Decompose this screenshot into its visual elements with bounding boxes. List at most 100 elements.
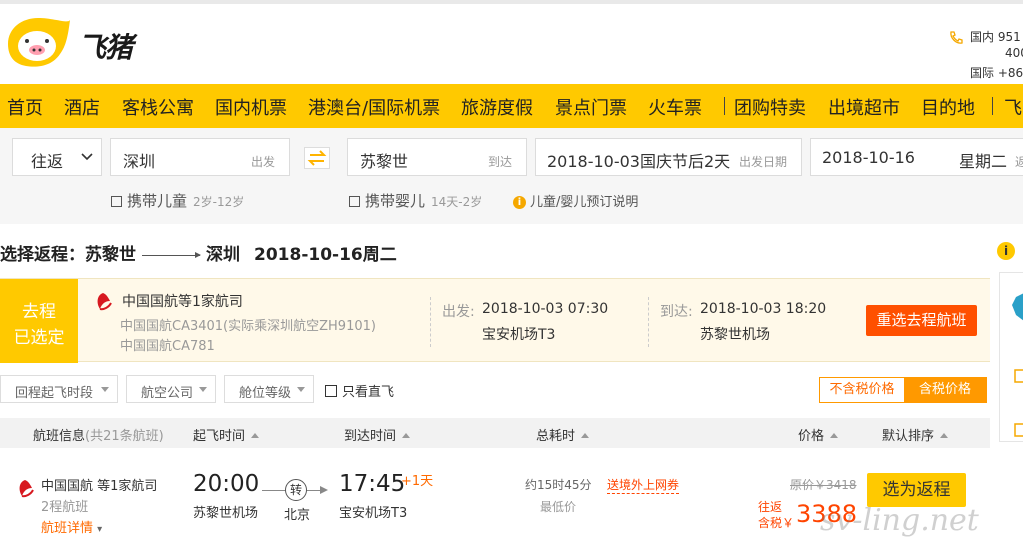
flight-arrive-time: 17:45 (339, 471, 406, 497)
phone-domestic-label: 国内 (970, 30, 995, 44)
depart-label: 出发: (442, 304, 475, 320)
nav-vacation[interactable]: 旅游度假 (461, 94, 533, 120)
air-china-logo-icon (97, 293, 112, 311)
infant-label: 携带婴儿 (365, 192, 426, 210)
reselect-outbound-button[interactable]: 重选去程航班 (866, 305, 977, 336)
nav-home[interactable]: 首页 (7, 94, 43, 120)
promo-icon[interactable] (1008, 291, 1023, 331)
from-hint: 出发 (251, 155, 276, 169)
child-checkbox[interactable]: 携带儿童 2岁-12岁 (111, 190, 244, 211)
trip-type-value: 往返 (31, 152, 64, 171)
sort-arrow-icon (251, 433, 260, 438)
coupon-icon[interactable] (1014, 369, 1023, 383)
route-heading: 选择返程：苏黎世 深圳 2018-10-16周二 (0, 240, 397, 265)
nav-train[interactable]: 火车票 (648, 94, 702, 120)
col-depart-time[interactable]: 起飞时间 (193, 425, 260, 444)
child-label: 携带儿童 (127, 192, 188, 210)
child-age: 2岁-12岁 (193, 195, 245, 209)
selected-arrive-time: 2018-10-03 18:20 (700, 301, 827, 317)
return-hint: 返 (1015, 155, 1023, 169)
arrow-right-icon (142, 251, 201, 258)
divider (648, 297, 649, 347)
flight-depart-time: 20:00 (193, 471, 260, 497)
chevron-down-icon (81, 153, 93, 161)
flight-depart-airport: 苏黎世机场 (193, 506, 259, 521)
booking-note-text: 儿童/婴儿预订说明 (530, 195, 639, 210)
nav-divider (992, 97, 993, 115)
nav-destination[interactable]: 目的地 (921, 94, 975, 120)
phone-domestic-number: 951 (997, 30, 1021, 44)
flight-legs: 2程航班 (41, 500, 89, 515)
col-arrive-time[interactable]: 到达时间 (344, 425, 411, 444)
return-date-field[interactable]: 2018-10-16 星期二 返 (810, 138, 1023, 176)
flight-details-link[interactable]: 航班详情 ▾ (41, 517, 102, 536)
badge-line-2: 已选定 (13, 328, 65, 348)
flight-duration: 约15时45分 (525, 478, 592, 492)
col-price[interactable]: 价格 (798, 425, 839, 444)
watermark: sv-ling.net (820, 503, 979, 538)
price-incl-tax-tab[interactable]: 含税价格 (904, 378, 986, 402)
to-city-value: 苏黎世 (360, 152, 409, 171)
swap-cities-button[interactable] (304, 147, 330, 169)
outbound-selected-badge: 去程 已选定 (0, 279, 78, 363)
col-duration[interactable]: 总耗时 (536, 425, 590, 444)
nav-divider (724, 97, 725, 115)
checkbox-box[interactable] (349, 196, 360, 207)
transfer-city: 北京 (284, 508, 311, 523)
arrow-right-icon (320, 486, 328, 494)
col-arrive-time-label: 到达时间 (344, 429, 397, 444)
select-return-button[interactable]: 选为返程 (867, 473, 966, 507)
col-sort-label: 默认排序 (882, 429, 935, 444)
depart-date-value: 2018-10-03国庆节后2天 (547, 152, 731, 171)
cabin-filter[interactable]: 舱位等级 (224, 375, 314, 403)
from-city-field[interactable]: 深圳 出发 (110, 138, 290, 176)
sort-arrow-icon (830, 433, 839, 438)
nav-inn[interactable]: 客栈公寓 (122, 94, 194, 120)
filter-label: 航空公司 (141, 386, 194, 401)
phone-intl-label: 国际 (970, 66, 995, 80)
airline-filter[interactable]: 航空公司 (126, 375, 216, 403)
selected-arrive-airport: 苏黎世机场 (700, 327, 770, 343)
selected-outbound-flight: 去程 已选定 中国国航等1家航司 中国国航CA3401(实际乘深圳航空ZH910… (0, 278, 990, 363)
sort-arrow-icon (940, 433, 949, 438)
infant-checkbox[interactable]: 携带婴儿 14天-2岁 (349, 190, 482, 211)
checkbox-box[interactable] (111, 196, 122, 207)
phone-icon (950, 31, 963, 44)
nav-domestic-flights[interactable]: 国内机票 (215, 94, 287, 120)
nav-group-buy[interactable]: 团购特卖 (734, 94, 806, 120)
chevron-down-icon (297, 387, 305, 392)
fliggy-logo[interactable] (2, 14, 72, 70)
nav-intl-flights[interactable]: 港澳台/国际机票 (308, 94, 440, 120)
flight-details-label: 航班详情 (41, 521, 94, 536)
direct-only-checkbox[interactable]: 只看直飞 (325, 381, 394, 400)
flight-airline: 中国国航 等1家航司 (41, 479, 158, 494)
price-excl-tax-tab[interactable]: 不含税价格 (820, 378, 904, 402)
coupon-icon[interactable] (1014, 423, 1023, 437)
selected-flight-1: 中国国航CA3401(实际乘深圳航空ZH9101) (120, 319, 376, 334)
swap-icon (307, 150, 327, 166)
route-prefix: 选择返程： (0, 245, 85, 265)
brand-name[interactable]: 飞猪 (78, 26, 133, 66)
selected-depart-time: 2018-10-03 07:30 (482, 301, 609, 317)
side-panel (999, 272, 1023, 442)
to-city-field[interactable]: 苏黎世 到达 (347, 138, 527, 176)
depart-date-field[interactable]: 2018-10-03国庆节后2天 出发日期 (535, 138, 802, 176)
return-date-value: 2018-10-16 (822, 148, 915, 167)
booking-note-link[interactable]: i 儿童/婴儿预订说明 (513, 191, 638, 210)
nav-outbound-market[interactable]: 出境超市 (828, 94, 900, 120)
promo-label[interactable]: 送境外上网券 (607, 476, 680, 494)
search-panel: 往返 深圳 出发 苏黎世 到达 2018-10-03国庆节后2天 出发日期 20… (0, 128, 1023, 224)
nav-more[interactable]: 飞 (1004, 94, 1022, 120)
nav-hotel[interactable]: 酒店 (64, 94, 100, 120)
trip-type-select[interactable]: 往返 (12, 138, 102, 176)
info-icon[interactable]: i (997, 242, 1015, 260)
divider (430, 297, 431, 347)
return-time-filter[interactable]: 回程起飞时段 (0, 375, 118, 403)
col-default-sort[interactable]: 默认排序 (882, 425, 949, 444)
infant-age: 14天-2岁 (431, 195, 483, 209)
sort-arrow-icon (581, 433, 590, 438)
checkbox-box[interactable] (325, 385, 337, 397)
price-mode-toggle: 不含税价格 含税价格 (819, 377, 987, 403)
sort-arrow-icon (402, 433, 411, 438)
nav-tickets[interactable]: 景点门票 (555, 94, 627, 120)
